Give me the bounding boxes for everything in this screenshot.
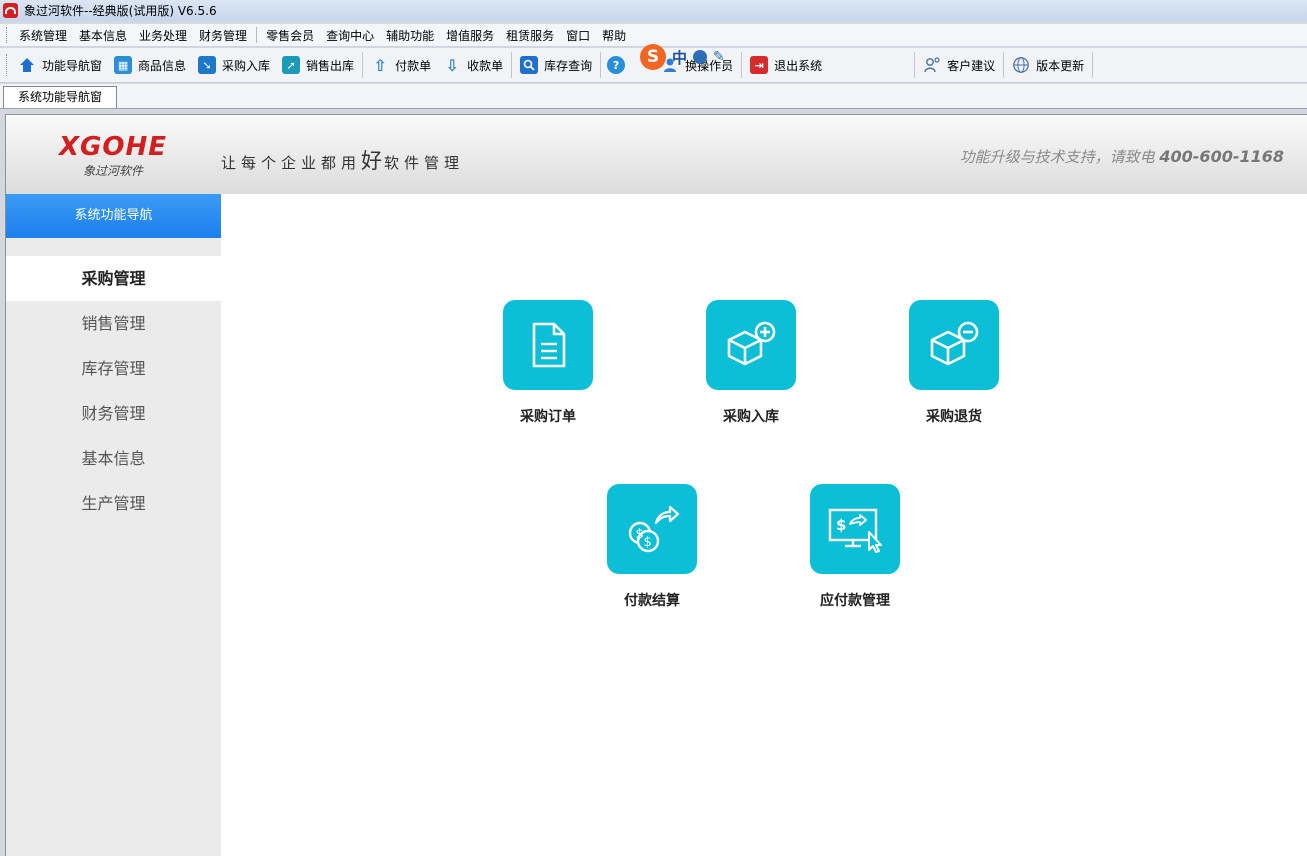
- sidebar-item-basic-info[interactable]: 基本信息: [6, 436, 221, 481]
- home-icon: [18, 56, 36, 74]
- menu-system[interactable]: 系统管理: [13, 27, 73, 44]
- menu-basic-info[interactable]: 基本信息: [73, 27, 133, 44]
- slogan-emphasis: 好: [361, 149, 385, 173]
- ime-status-bar[interactable]: S 中 ✎: [640, 43, 725, 71]
- sidebar-header: 系统功能导航: [6, 194, 221, 238]
- tile-payables-management-box[interactable]: $: [810, 484, 900, 574]
- exit-icon: ⇥: [750, 56, 769, 74]
- menu-auxiliary[interactable]: 辅助功能: [380, 27, 440, 44]
- globe-update-icon: [1012, 56, 1030, 74]
- sogou-ime-icon[interactable]: S: [640, 44, 666, 70]
- tile-purchase-return-label: 采购退货: [926, 409, 982, 425]
- function-tiles-area: 采购订单 采购入库 采购退货 $ $ 付款结算 $ 应付款管理: [221, 194, 1307, 856]
- slogan-part-2: 软件管理: [384, 154, 465, 172]
- menu-retail-member[interactable]: 零售会员: [260, 27, 320, 44]
- toolbar-payment-button[interactable]: ⇧ 付款单: [365, 50, 437, 80]
- app-logo-icon: [3, 3, 18, 18]
- box-add-icon: [727, 321, 776, 366]
- sidebar: 系统功能导航 采购管理 销售管理 库存管理 财务管理 基本信息 生产管理: [6, 194, 221, 856]
- support-hotline: 功能升级与技术支持，请致电 400-600-1168: [960, 146, 1284, 167]
- toolbar-separator: [914, 52, 916, 78]
- menu-value-added[interactable]: 增值服务: [440, 27, 500, 44]
- toolbar-stock-query-button[interactable]: 库存查询: [514, 50, 598, 80]
- help-icon: ?: [607, 56, 626, 74]
- sidebar-item-production[interactable]: 生产管理: [6, 481, 221, 526]
- document-tab-strip: 系统功能导航窗: [0, 84, 1307, 109]
- toolbar-nav-window-button[interactable]: 功能导航窗: [12, 50, 108, 80]
- menu-help[interactable]: 帮助: [596, 27, 632, 44]
- toolbar-exit-button[interactable]: ⇥ 退出系统: [744, 50, 912, 80]
- brand-logo: XGOHE 象过河软件: [50, 133, 176, 179]
- document-icon: [532, 322, 566, 368]
- menu-business[interactable]: 业务处理: [133, 27, 193, 44]
- content-frame: XGOHE 象过河软件 让每个企业都用好软件管理 功能升级与技术支持，请致电 4…: [5, 114, 1307, 856]
- tile-payment-settlement-box[interactable]: $ $: [607, 484, 697, 574]
- toolbar-separator: [600, 52, 602, 78]
- tile-purchase-order[interactable]: 采购订单: [488, 300, 608, 426]
- toolbar-receipt-button[interactable]: ⇩ 收款单: [437, 50, 509, 80]
- toolbar-separator: [1003, 52, 1005, 78]
- tile-purchase-return[interactable]: 采购退货: [894, 300, 1014, 426]
- purchase-in-icon: ➘: [198, 56, 217, 74]
- search-icon: [520, 56, 539, 74]
- tile-purchase-in-label: 采购入库: [723, 409, 779, 425]
- toolbar-separator: [362, 52, 364, 78]
- title-bar: 象过河软件--经典版(试用版) V6.5.6: [0, 0, 1307, 21]
- toolbar-version-update-button[interactable]: 版本更新: [1006, 50, 1090, 80]
- menu-query-center[interactable]: 查询中心: [320, 27, 380, 44]
- toolbar-grip[interactable]: [6, 54, 8, 76]
- product-info-icon: ▦: [114, 56, 133, 74]
- menu-separator: [256, 27, 258, 43]
- toolbar-separator: [1092, 52, 1094, 78]
- receipt-down-icon: ⇩: [445, 55, 459, 75]
- tile-payables-management[interactable]: $ 应付款管理: [795, 484, 915, 610]
- tile-purchase-order-box[interactable]: [503, 300, 593, 390]
- tile-purchase-in[interactable]: 采购入库: [691, 300, 811, 426]
- sidebar-item-inventory[interactable]: 库存管理: [6, 346, 221, 391]
- slogan: 让每个企业都用好软件管理: [221, 145, 464, 175]
- ime-language-indicator[interactable]: 中: [672, 47, 687, 68]
- banner: XGOHE 象过河软件 让每个企业都用好软件管理 功能升级与技术支持，请致电 4…: [6, 115, 1307, 194]
- support-phone: 400-600-1168: [1159, 147, 1284, 166]
- coins-transfer-icon: $ $: [628, 505, 680, 553]
- slogan-part-1: 让每个企业都用: [221, 154, 362, 172]
- svg-text:$: $: [836, 516, 846, 534]
- brand-name: XGOHE: [58, 132, 167, 162]
- monitor-payment-icon: $: [828, 508, 882, 553]
- tile-purchase-return-box[interactable]: [909, 300, 999, 390]
- window-title: 象过河软件--经典版(试用版) V6.5.6: [24, 4, 217, 18]
- sale-out-icon: ➚: [282, 56, 301, 74]
- ime-settings-wrench-icon[interactable]: ✎: [713, 49, 725, 65]
- menu-window[interactable]: 窗口: [560, 27, 596, 44]
- tile-payment-settlement-label: 付款结算: [624, 593, 680, 609]
- box-remove-icon: [930, 321, 979, 366]
- tab-system-nav-window[interactable]: 系统功能导航窗: [3, 86, 118, 108]
- tile-payment-settlement[interactable]: $ $ 付款结算: [592, 484, 712, 610]
- toolbar-sale-out-button[interactable]: ➚ 销售出库: [276, 50, 360, 80]
- menu-leasing[interactable]: 租赁服务: [500, 27, 560, 44]
- menu-finance[interactable]: 财务管理: [193, 27, 253, 44]
- sidebar-spacer: [6, 238, 221, 256]
- toolbar-product-info-button[interactable]: ▦ 商品信息: [108, 50, 192, 80]
- menubar-grip[interactable]: [6, 27, 8, 43]
- tile-purchase-in-box[interactable]: [706, 300, 796, 390]
- payment-up-icon: ⇧: [373, 55, 387, 75]
- svg-text:$: $: [644, 535, 652, 550]
- toolbar-suggestion-button[interactable]: 客户建议: [917, 50, 1001, 80]
- sidebar-item-purchase[interactable]: 采购管理: [6, 256, 221, 301]
- sidebar-item-sales[interactable]: 销售管理: [6, 301, 221, 346]
- brand-subtitle: 象过河软件: [82, 164, 143, 178]
- user-suggestion-icon: [923, 56, 941, 74]
- ime-punctuation-icon[interactable]: [693, 50, 708, 64]
- tile-purchase-order-label: 采购订单: [520, 409, 576, 425]
- toolbar-separator: [741, 52, 743, 78]
- toolbar-purchase-in-button[interactable]: ➘ 采购入库: [192, 50, 276, 80]
- sidebar-item-finance[interactable]: 财务管理: [6, 391, 221, 436]
- tile-payables-management-label: 应付款管理: [820, 593, 890, 609]
- toolbar-separator: [511, 52, 513, 78]
- support-text: 功能升级与技术支持，请致电: [959, 148, 1155, 166]
